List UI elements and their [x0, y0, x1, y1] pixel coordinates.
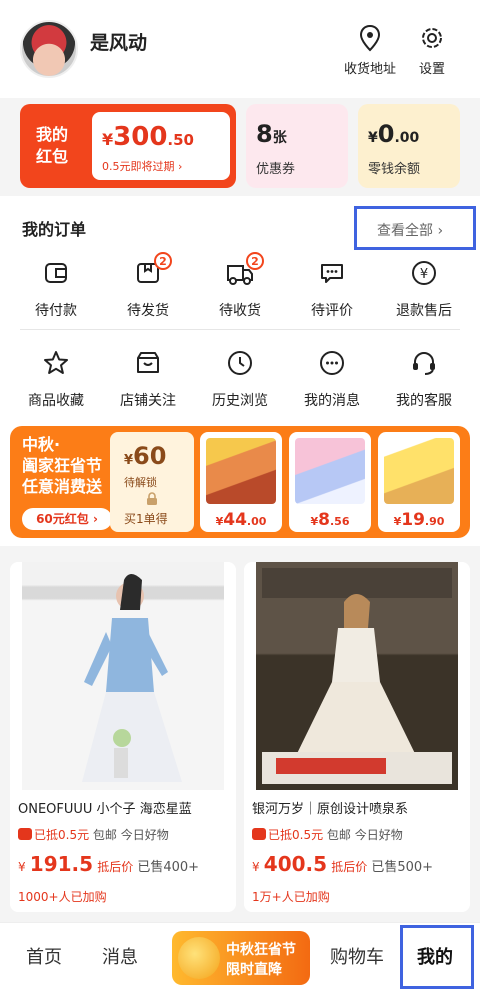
settings-label: 设置 [418, 62, 445, 77]
product-price: ¥ 400.5 抵后价 已售500+ [252, 852, 434, 876]
product-card[interactable]: 银河万岁｜原创设计喷泉系 已抵0.5元 包邮 今日好物 ¥ 400.5 抵后价 … [244, 562, 470, 912]
comment-icon [321, 264, 343, 283]
history-item[interactable]: 历史浏览 [194, 348, 286, 410]
refund-icon: ¥ [412, 261, 436, 285]
gear-icon [422, 28, 442, 48]
product-photo [22, 562, 224, 790]
promo-product-noodles[interactable]: ¥44.00 [200, 432, 282, 532]
star-icon [44, 351, 68, 374]
promo-coupon-button[interactable]: 60元红包 › [22, 508, 112, 530]
change-label: 零钱余额 [368, 162, 421, 177]
red-packet-inner: ¥300.50 0.5元即将过期 › [92, 112, 230, 180]
messages-item[interactable]: 我的消息 [286, 348, 378, 410]
coupon-count: 8张 [256, 120, 287, 148]
wallet-icon [45, 263, 67, 283]
tools-row: 商品收藏 店铺关注 历史浏览 我的消息 我的客服 [10, 348, 470, 410]
tab-home[interactable]: 首页 [26, 943, 62, 969]
headset-icon [413, 352, 435, 375]
order-pending-shipment[interactable]: 2 待发货 [102, 252, 194, 320]
store-icon [137, 352, 159, 373]
order-status-row: 待付款 2 待发货 2 待收货 待评价 ¥ 退款售后 [10, 252, 470, 320]
promo-title: 中秋· 阖家狂省节 任意消费送 [22, 435, 103, 496]
settings-button[interactable]: 设置 [418, 24, 446, 77]
red-packet-expiry[interactable]: 0.5元即将过期 › [102, 158, 182, 174]
tab-messages[interactable]: 消息 [102, 943, 138, 969]
product-image [384, 438, 454, 504]
order-pending-review[interactable]: 待评价 [286, 258, 378, 320]
model-figure [82, 574, 182, 782]
avatar[interactable] [20, 20, 78, 78]
tab-promo[interactable]: 中秋狂省节 限时直降 [172, 931, 310, 985]
locked-reward-amount: ¥60 [124, 442, 167, 470]
locked-reward-action: 买1单得 [124, 512, 168, 526]
address-button[interactable]: 收货地址 [344, 24, 396, 77]
locked-reward-label: 待解锁 [124, 476, 157, 489]
lantern-icon [178, 937, 220, 979]
product-image [295, 438, 365, 504]
product-price: ¥19.90 [393, 510, 445, 530]
subsidy-badge-icon [18, 828, 32, 840]
product-image [206, 438, 276, 504]
favorites-item[interactable]: 商品收藏 [10, 348, 102, 410]
clock-icon [228, 351, 252, 375]
coupon-label: 优惠券 [256, 162, 296, 177]
change-amount: ¥0.00 [368, 120, 420, 148]
model-figure [262, 568, 452, 784]
change-balance-card[interactable]: ¥0.00 零钱余额 [358, 104, 460, 188]
product-photo [256, 562, 458, 790]
tab-cart[interactable]: 购物车 [330, 943, 384, 969]
svg-text:¥: ¥ [420, 267, 428, 282]
order-refund-aftersales[interactable]: ¥ 退款售后 [378, 258, 470, 320]
red-packet-card[interactable]: 我的红包 ¥300.50 0.5元即将过期 › [20, 104, 236, 188]
product-card[interactable]: ONEOFUUU 小个子 海恋星蓝 已抵0.5元 包邮 今日好物 ¥ 191.5… [10, 562, 236, 912]
address-label: 收货地址 [344, 62, 397, 77]
red-packet-label: 我的红包 [36, 125, 69, 166]
product-price: ¥ 191.5 抵后价 已售400+ [18, 852, 200, 876]
view-all-orders-link[interactable]: 查看全部 › [354, 206, 476, 250]
order-pending-receipt[interactable]: 2 待收货 [194, 252, 286, 320]
tab-me[interactable]: 我的 [400, 925, 474, 989]
promo-product-cleaner[interactable]: ¥8.56 [289, 432, 371, 532]
orders-title: 我的订单 [22, 220, 87, 239]
orders-divider [20, 329, 460, 330]
customer-service-item[interactable]: 我的客服 [378, 348, 470, 410]
product-subsidy: 已抵0.5元 包邮 今日好物 [252, 826, 403, 843]
mid-autumn-promo-banner[interactable]: 中秋· 阖家狂省节 任意消费送 60元红包 › ¥60 待解锁 买1单得 ¥44… [10, 426, 470, 538]
red-packet-amount: ¥300.50 [102, 122, 194, 152]
lock-icon [147, 492, 157, 505]
location-pin-icon [359, 24, 381, 52]
coupon-card[interactable]: 8张 优惠券 [246, 104, 348, 188]
promo-product-cake[interactable]: ¥19.90 [378, 432, 460, 532]
product-subsidy: 已抵0.5元 包邮 今日好物 [18, 826, 169, 843]
followed-stores-item[interactable]: 店铺关注 [102, 348, 194, 410]
shipment-badge: 2 [154, 252, 172, 270]
subsidy-badge-icon [252, 828, 266, 840]
profile-header: 是风动 收货地址 设置 [0, 0, 480, 98]
message-icon [320, 351, 344, 375]
product-price: ¥44.00 [215, 510, 267, 530]
product-price: ¥8.56 [310, 510, 350, 530]
product-social-proof: 1万+人已加购 [252, 890, 330, 904]
product-social-proof: 1000+人已加购 [18, 890, 107, 904]
bottom-tab-bar: 首页 消息 中秋狂省节 限时直降 购物车 我的 [0, 922, 480, 991]
username[interactable]: 是风动 [90, 28, 147, 55]
product-title: ONEOFUUU 小个子 海恋星蓝 [18, 802, 192, 817]
receipt-badge: 2 [246, 252, 264, 270]
product-title: 银河万岁｜原创设计喷泉系 [252, 802, 409, 817]
order-pending-payment[interactable]: 待付款 [10, 258, 102, 320]
locked-reward-card[interactable]: ¥60 待解锁 买1单得 [110, 432, 194, 532]
